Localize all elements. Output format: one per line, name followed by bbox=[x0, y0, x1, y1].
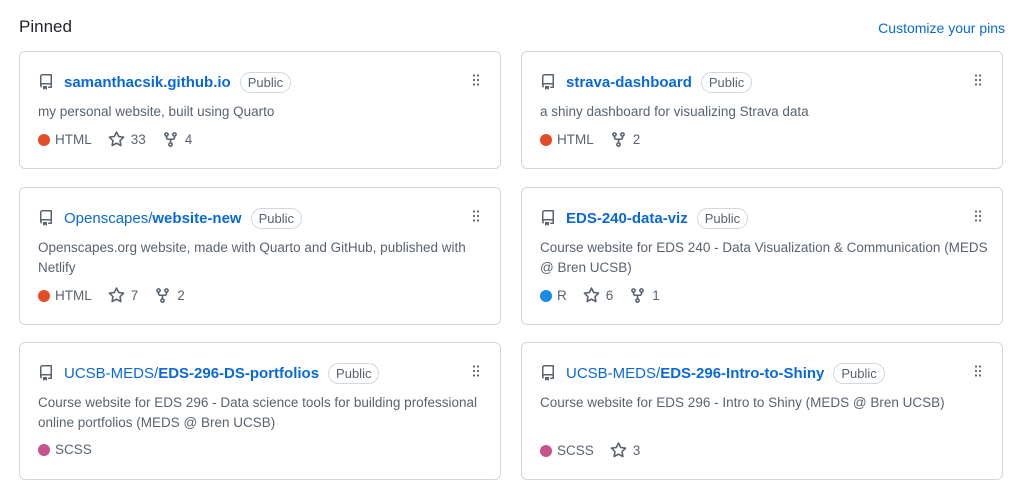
repo-description: a shiny dashboard for visualizing Strava… bbox=[540, 104, 809, 119]
language: HTML bbox=[38, 132, 92, 147]
repo-meta: R 6 1 bbox=[540, 287, 676, 304]
repo-meta: HTML 33 4 bbox=[38, 131, 208, 148]
star-count: 33 bbox=[130, 132, 146, 147]
repo-name: EDS-240-data-viz bbox=[566, 209, 688, 227]
repo-link[interactable]: UCSB-MEDS/EDS-296-Intro-to-Shiny bbox=[566, 365, 824, 382]
repo-icon bbox=[540, 210, 556, 226]
repo-description: my personal website, built using Quarto bbox=[38, 104, 275, 119]
language: SCSS bbox=[38, 442, 92, 457]
fork-icon bbox=[154, 287, 171, 304]
repo-name: EDS-296-DS-portfolios bbox=[158, 364, 320, 382]
language-name: SCSS bbox=[55, 442, 92, 457]
language-color-dot bbox=[540, 289, 552, 302]
repo-description: Openscapes.org website, made with Quarto… bbox=[38, 240, 466, 275]
repo-description: Course website for EDS 296 - Data scienc… bbox=[38, 395, 477, 430]
star-icon bbox=[583, 287, 600, 304]
repo-link[interactable]: UCSB-MEDS/EDS-296-DS-portfolios bbox=[64, 365, 319, 382]
visibility-badge: Public bbox=[833, 362, 885, 384]
repo-icon bbox=[540, 74, 556, 90]
repo-owner: UCSB-MEDS/ bbox=[566, 364, 661, 382]
visibility-badge: Public bbox=[700, 71, 753, 93]
language-name: SCSS bbox=[557, 443, 594, 458]
repo-icon bbox=[38, 365, 54, 381]
fork-count: 1 bbox=[652, 288, 660, 303]
language: R bbox=[540, 288, 567, 303]
fork-icon bbox=[610, 131, 627, 148]
drag-handle-icon[interactable] bbox=[472, 74, 480, 86]
fork-count: 4 bbox=[184, 132, 193, 147]
star-icon bbox=[108, 287, 125, 304]
repo-link[interactable]: EDS-240-data-viz bbox=[566, 210, 688, 227]
pinned-repo-card: Openscapes/website-new Public Openscapes… bbox=[19, 187, 501, 325]
star-count: 3 bbox=[632, 443, 641, 458]
repo-name: website-new bbox=[152, 209, 242, 227]
forks-link[interactable]: 1 bbox=[629, 287, 660, 304]
pinned-repo-card: UCSB-MEDS/EDS-296-Intro-to-Shiny Public … bbox=[521, 342, 1003, 480]
language: SCSS bbox=[540, 443, 594, 458]
stars-link[interactable]: 3 bbox=[610, 442, 641, 459]
repo-meta: SCSS bbox=[38, 442, 108, 457]
star-icon bbox=[610, 442, 627, 459]
pinned-header: Pinned Customize your pins bbox=[19, 17, 1005, 41]
repo-link[interactable]: strava-dashboard bbox=[566, 74, 692, 91]
repo-owner: Openscapes/ bbox=[64, 209, 153, 227]
repo-description: Course website for EDS 296 - Intro to Sh… bbox=[540, 395, 945, 410]
repo-owner: UCSB-MEDS/ bbox=[64, 364, 159, 382]
stars-link[interactable]: 33 bbox=[108, 131, 146, 148]
language-color-dot bbox=[540, 133, 552, 146]
star-count: 7 bbox=[130, 288, 139, 303]
visibility-badge: Public bbox=[250, 207, 302, 229]
drag-handle-icon[interactable] bbox=[472, 365, 480, 377]
customize-pins-link[interactable]: Customize your pins bbox=[878, 20, 1005, 36]
forks-link[interactable]: 2 bbox=[154, 287, 185, 304]
repo-icon bbox=[38, 210, 54, 226]
language-color-dot bbox=[38, 289, 50, 302]
repo-link[interactable]: samanthacsik.github.io bbox=[64, 74, 231, 91]
drag-handle-icon[interactable] bbox=[974, 365, 982, 377]
language-name: HTML bbox=[55, 288, 92, 303]
language-color-dot bbox=[38, 133, 50, 146]
repo-icon bbox=[38, 74, 54, 90]
fork-icon bbox=[162, 131, 179, 148]
pinned-repo-card: samanthacsik.github.io Public my persona… bbox=[19, 51, 501, 169]
fork-icon bbox=[629, 287, 646, 304]
stars-link[interactable]: 7 bbox=[108, 287, 139, 304]
language: HTML bbox=[540, 132, 594, 147]
forks-link[interactable]: 4 bbox=[162, 131, 193, 148]
language: HTML bbox=[38, 288, 92, 303]
drag-handle-icon[interactable] bbox=[974, 210, 982, 222]
repo-name: samanthacsik.github.io bbox=[64, 73, 231, 91]
star-count: 6 bbox=[605, 288, 614, 303]
language-name: R bbox=[557, 288, 567, 303]
fork-count: 2 bbox=[177, 288, 185, 303]
language-color-dot bbox=[540, 444, 552, 457]
pinned-repo-card: strava-dashboard Public a shiny dashboar… bbox=[521, 51, 1003, 169]
stars-link[interactable]: 6 bbox=[583, 287, 614, 304]
drag-handle-icon[interactable] bbox=[472, 210, 480, 222]
section-title: Pinned bbox=[19, 17, 72, 36]
repo-description: Course website for EDS 240 - Data Visual… bbox=[540, 240, 988, 275]
language-name: HTML bbox=[557, 132, 594, 147]
forks-link[interactable]: 2 bbox=[610, 131, 641, 148]
fork-count: 2 bbox=[632, 132, 641, 147]
pinned-repo-card: EDS-240-data-viz Public Course website f… bbox=[521, 187, 1003, 325]
repo-name: EDS-296-Intro-to-Shiny bbox=[660, 364, 825, 382]
language-name: HTML bbox=[55, 132, 92, 147]
language-color-dot bbox=[38, 443, 50, 456]
repo-icon bbox=[540, 365, 556, 381]
repo-link[interactable]: Openscapes/website-new bbox=[64, 210, 242, 227]
repo-meta: SCSS 3 bbox=[540, 442, 656, 459]
visibility-badge: Public bbox=[239, 71, 292, 93]
visibility-badge: Public bbox=[696, 207, 749, 229]
repo-name: strava-dashboard bbox=[566, 73, 692, 91]
visibility-badge: Public bbox=[328, 362, 380, 384]
pinned-repo-card: UCSB-MEDS/EDS-296-DS-portfolios Public C… bbox=[19, 342, 501, 480]
star-icon bbox=[108, 131, 125, 148]
repo-meta: HTML 7 2 bbox=[38, 287, 201, 304]
drag-handle-icon[interactable] bbox=[974, 74, 982, 86]
repo-meta: HTML 2 bbox=[540, 131, 656, 148]
